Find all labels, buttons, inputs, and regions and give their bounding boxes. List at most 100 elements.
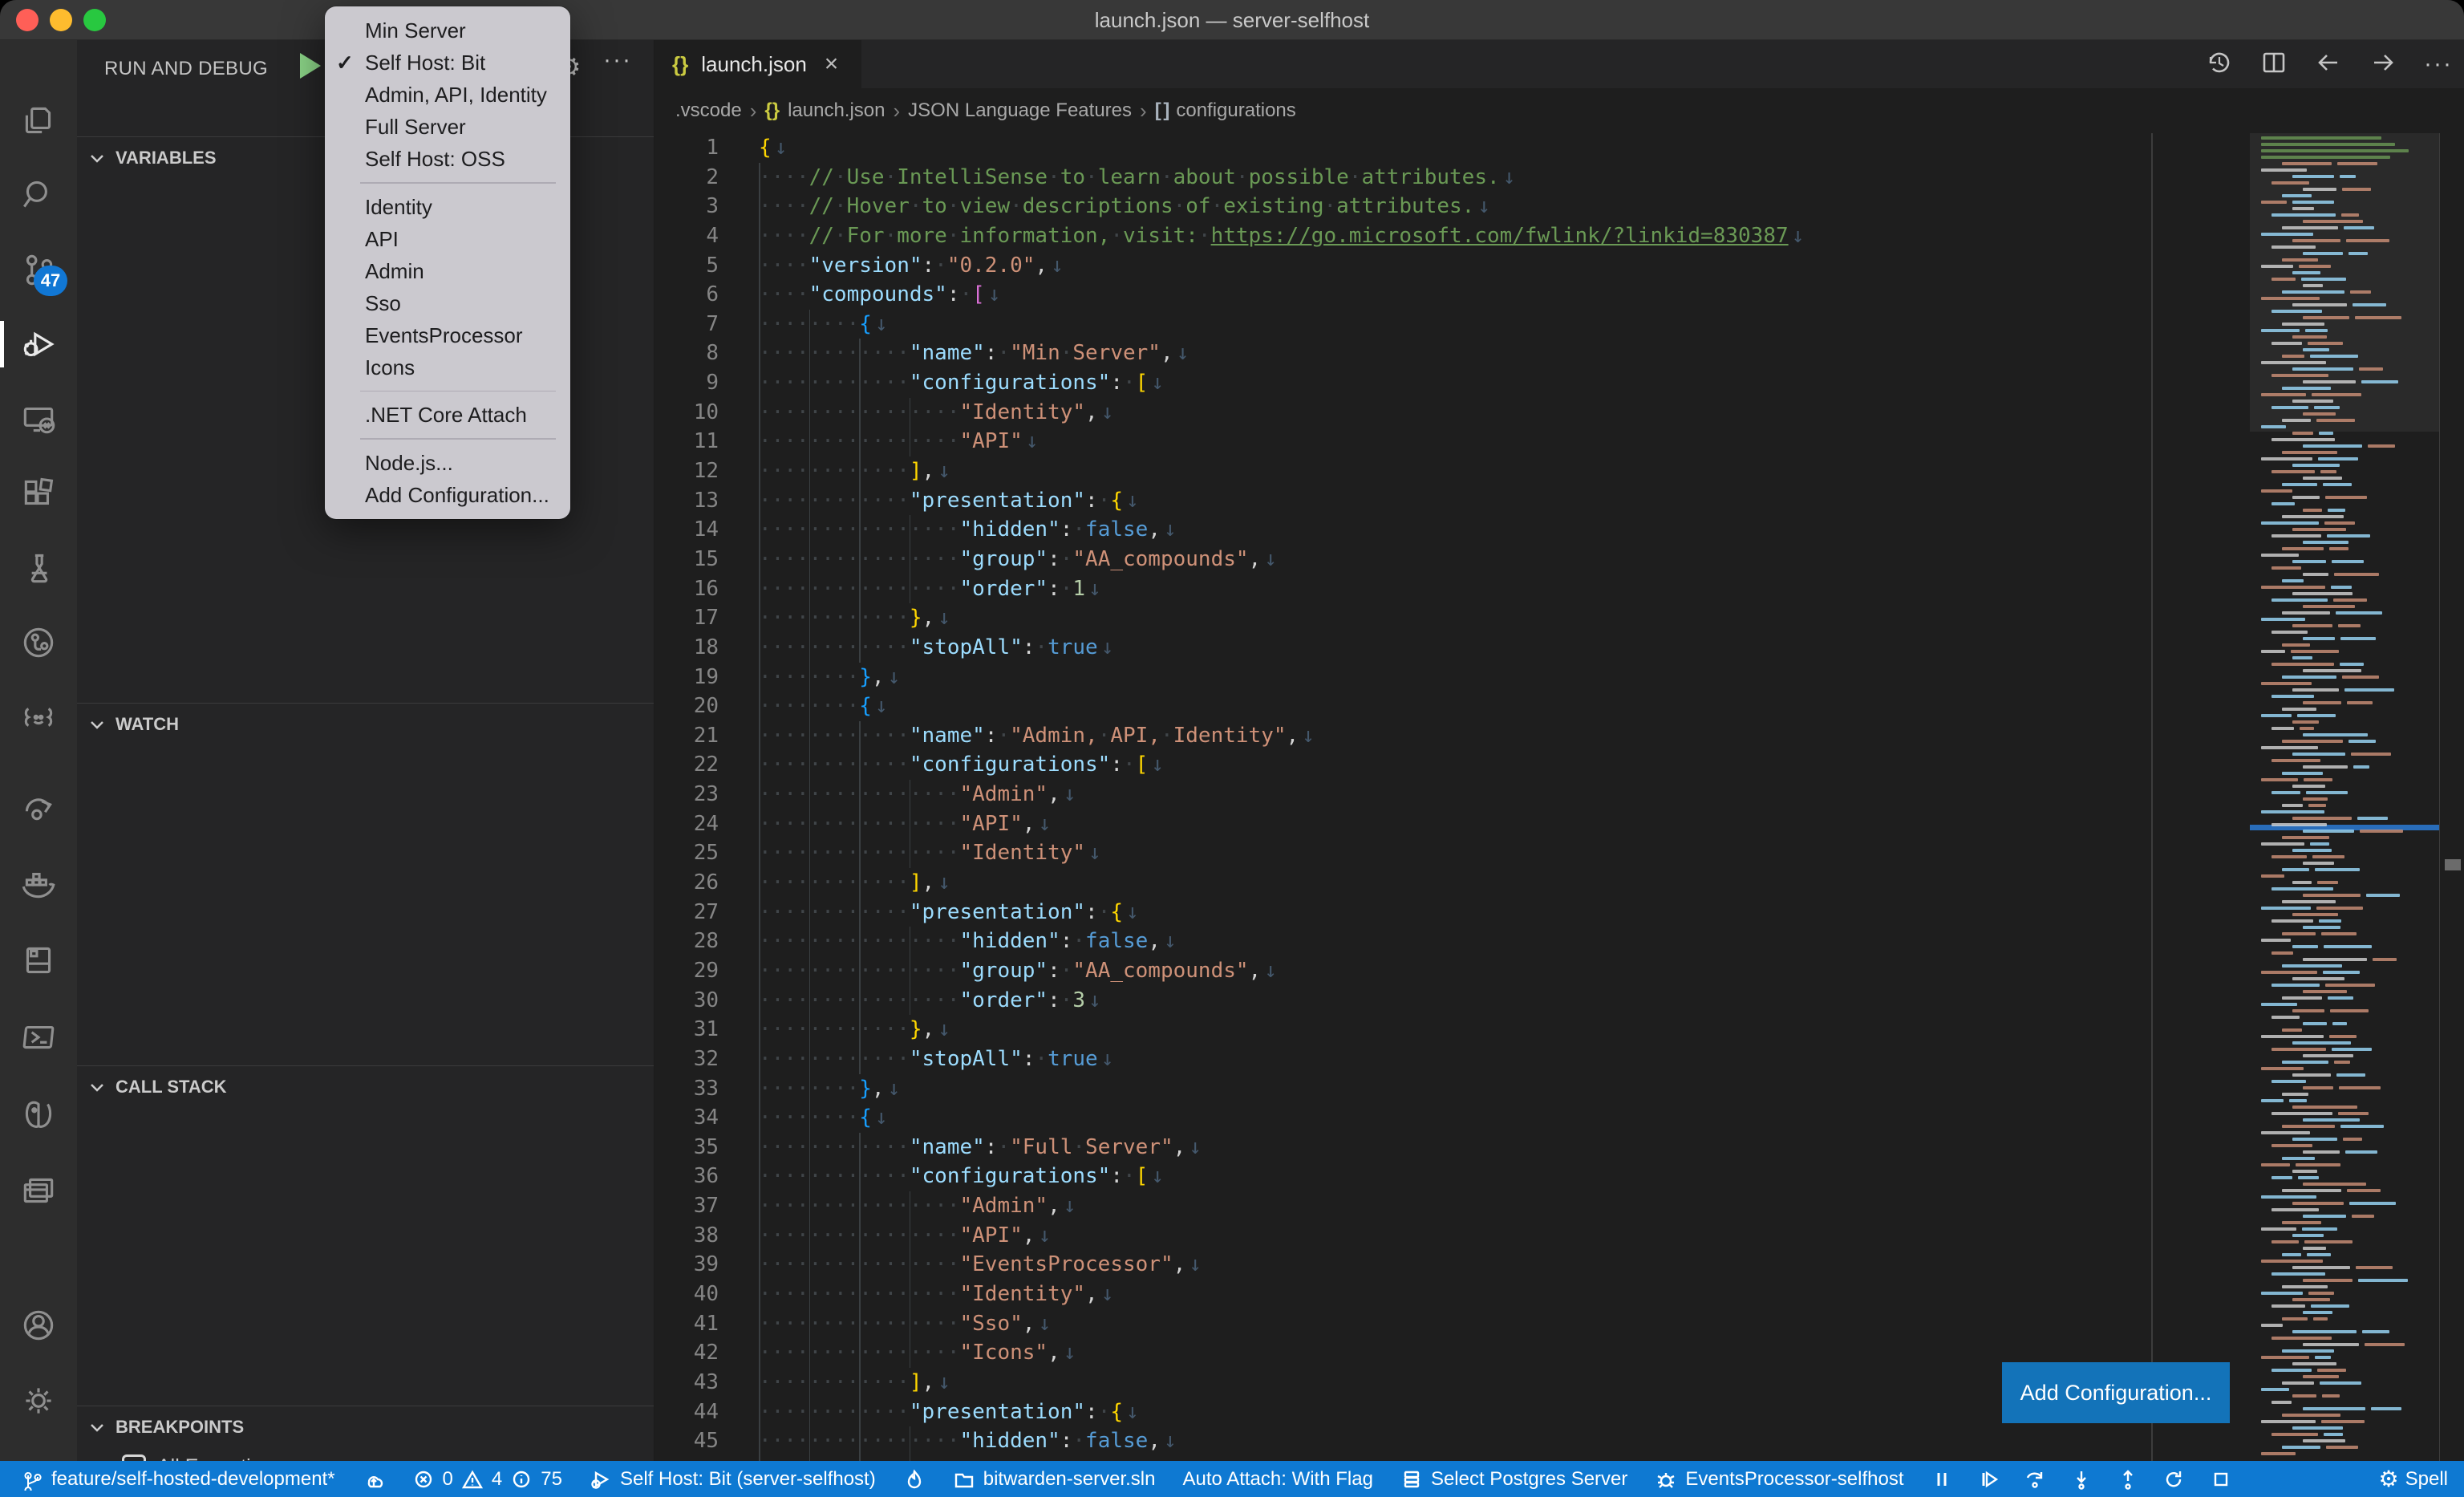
problems-status[interactable]: 0475: [412, 1468, 562, 1491]
code-line[interactable]: 14················"hidden":·false,↓: [654, 515, 2464, 545]
active-debug-config-status[interactable]: Self Host: Bit (server-selfhost): [590, 1468, 876, 1491]
more-actions-icon[interactable]: ···: [2424, 51, 2453, 78]
events-processor-status[interactable]: EventsProcessor-selfhost: [1655, 1468, 1903, 1491]
breadcrumb[interactable]: .vscode›{}launch.json›JSON Language Feat…: [654, 88, 2464, 133]
auto-attach-status[interactable]: Auto Attach: With Flag: [1182, 1468, 1372, 1491]
code-line[interactable]: 22············"configurations":·[↓: [654, 750, 2464, 780]
code-line[interactable]: 41················"Sso",↓: [654, 1309, 2464, 1339]
code-line[interactable]: 9············"configurations":·[↓: [654, 368, 2464, 398]
menu-item-net-core-attach[interactable]: .NET Core Attach: [325, 399, 570, 431]
solution-status[interactable]: bitwarden-server.sln: [953, 1468, 1156, 1491]
code-line[interactable]: 4····//·For·more·information,·visit:·htt…: [654, 221, 2464, 251]
test-beaker-icon[interactable]: [0, 530, 77, 606]
code-line[interactable]: 19········},↓: [654, 663, 2464, 692]
code-line[interactable]: 36············"configurations":·[↓: [654, 1162, 2464, 1191]
code-line[interactable]: 11················"API"↓: [654, 427, 2464, 456]
pause-icon[interactable]: [1931, 1468, 1953, 1491]
step-out-icon[interactable]: [2117, 1468, 2139, 1491]
overview-ruler-scrollbar[interactable]: [2439, 133, 2464, 1461]
breadcrumb-item[interactable]: JSON Language Features: [908, 99, 1132, 122]
restart-icon[interactable]: [2163, 1468, 2186, 1491]
menu-item-node-js[interactable]: Node.js...: [325, 447, 570, 479]
menu-item-identity[interactable]: Identity: [325, 191, 570, 223]
code-line[interactable]: 32············"stopAll":·true↓: [654, 1045, 2464, 1074]
menu-item-icons[interactable]: Icons: [325, 351, 570, 383]
continue-icon[interactable]: [1977, 1468, 2000, 1491]
code-line[interactable]: 37················"Admin",↓: [654, 1191, 2464, 1221]
source-control-icon[interactable]: 47: [0, 232, 77, 307]
breadcrumb-item[interactable]: .vscode: [675, 99, 742, 122]
add-configuration-button[interactable]: Add Configuration...: [2002, 1362, 2230, 1423]
code-line[interactable]: 34········{↓: [654, 1103, 2464, 1133]
section-header[interactable]: WATCH: [77, 704, 654, 745]
explorer-icon[interactable]: [0, 83, 77, 158]
code-line[interactable]: 27············"presentation":·{↓: [654, 898, 2464, 927]
code-line[interactable]: 15················"group":·"AA_compounds…: [654, 545, 2464, 574]
step-into-icon[interactable]: [2070, 1468, 2093, 1491]
menu-item-eventsprocessor[interactable]: EventsProcessor: [325, 319, 570, 351]
views-more-actions-icon[interactable]: ···: [603, 47, 632, 74]
minimap[interactable]: [2250, 133, 2439, 1461]
code-line[interactable]: 31············},↓: [654, 1015, 2464, 1045]
gitlens-icon[interactable]: [0, 605, 77, 680]
code-line[interactable]: 16················"order":·1↓: [654, 574, 2464, 604]
rest-client-icon[interactable]: [0, 680, 77, 755]
code-line[interactable]: 10················"Identity",↓: [654, 398, 2464, 428]
tab-launch-json[interactable]: {} launch.json ×: [654, 40, 861, 88]
remote-explorer-icon[interactable]: [0, 381, 77, 456]
spell-checker-status[interactable]: ⚙Spell: [2379, 1466, 2448, 1492]
flame-status[interactable]: [903, 1468, 926, 1491]
search-icon[interactable]: [0, 157, 77, 233]
git-branch-status[interactable]: feature/self-hosted-development*: [21, 1468, 335, 1491]
live-share-icon[interactable]: [0, 769, 77, 844]
split-editor-icon[interactable]: [2260, 49, 2288, 80]
timeline-history-icon[interactable]: [2206, 49, 2233, 80]
section-header[interactable]: BREAKPOINTS: [77, 1406, 654, 1448]
code-line[interactable]: 25················"Identity"↓: [654, 838, 2464, 868]
code-line[interactable]: 20········{↓: [654, 692, 2464, 721]
code-line[interactable]: 2····//·Use·IntelliSense·to·learn·about·…: [654, 163, 2464, 193]
code-line[interactable]: 3····//·Hover·to·view·descriptions·of·ex…: [654, 192, 2464, 221]
code-editor[interactable]: 1{↓2····//·Use·IntelliSense·to·learn·abo…: [654, 133, 2464, 1461]
navigate-back-icon[interactable]: [2315, 49, 2342, 80]
start-debugging-icon[interactable]: [300, 53, 321, 79]
code-line[interactable]: 8············"name":·"Min·Server",↓: [654, 339, 2464, 368]
code-line[interactable]: 40················"Identity",↓: [654, 1280, 2464, 1309]
code-line[interactable]: 24················"API",↓: [654, 809, 2464, 839]
settings-gear-icon[interactable]: [0, 1363, 77, 1438]
code-line[interactable]: 28················"hidden":·false,↓: [654, 927, 2464, 956]
postgresql-icon[interactable]: [0, 1077, 77, 1152]
section-header[interactable]: CALL STACK: [77, 1066, 654, 1108]
step-over-icon[interactable]: [2024, 1468, 2046, 1491]
breadcrumb-item[interactable]: configurations: [1176, 99, 1295, 122]
menu-item-admin-api-identity[interactable]: Admin, API, Identity: [325, 79, 570, 111]
sync-changes-status[interactable]: [363, 1468, 385, 1491]
tab-close-icon[interactable]: ×: [825, 51, 839, 78]
minimap-slider[interactable]: [2250, 133, 2439, 432]
menu-item-sso[interactable]: Sso: [325, 287, 570, 319]
docker-icon[interactable]: [0, 846, 77, 921]
code-line[interactable]: 23················"Admin",↓: [654, 780, 2464, 809]
account-icon[interactable]: [0, 1288, 77, 1363]
postgres-server-status[interactable]: Select Postgres Server: [1400, 1468, 1627, 1491]
backup-icon[interactable]: [0, 923, 77, 998]
stop-icon[interactable]: [2210, 1468, 2232, 1491]
powershell-icon[interactable]: [0, 1000, 77, 1075]
code-line[interactable]: 35············"name":·"Full·Server",↓: [654, 1133, 2464, 1162]
code-line[interactable]: 1{↓: [654, 133, 2464, 163]
code-line[interactable]: 33········},↓: [654, 1074, 2464, 1104]
code-line[interactable]: 7········{↓: [654, 310, 2464, 339]
menu-item-api[interactable]: API: [325, 223, 570, 255]
code-line[interactable]: 26············],↓: [654, 868, 2464, 898]
menu-item-self-host-oss[interactable]: Self Host: OSS: [325, 143, 570, 175]
menu-item-admin[interactable]: Admin: [325, 255, 570, 287]
run-and-debug-icon[interactable]: [0, 306, 77, 382]
code-line[interactable]: 17············},↓: [654, 603, 2464, 633]
code-line[interactable]: 29················"group":·"AA_compounds…: [654, 956, 2464, 986]
code-line[interactable]: 6····"compounds":·[↓: [654, 280, 2464, 310]
code-line[interactable]: 30················"order":·3↓: [654, 986, 2464, 1016]
code-line[interactable]: 5····"version":·"0.2.0",↓: [654, 251, 2464, 281]
code-line[interactable]: 12············],↓: [654, 456, 2464, 486]
breadcrumb-item[interactable]: launch.json: [788, 99, 885, 122]
code-line[interactable]: 39················"EventsProcessor",↓: [654, 1250, 2464, 1280]
